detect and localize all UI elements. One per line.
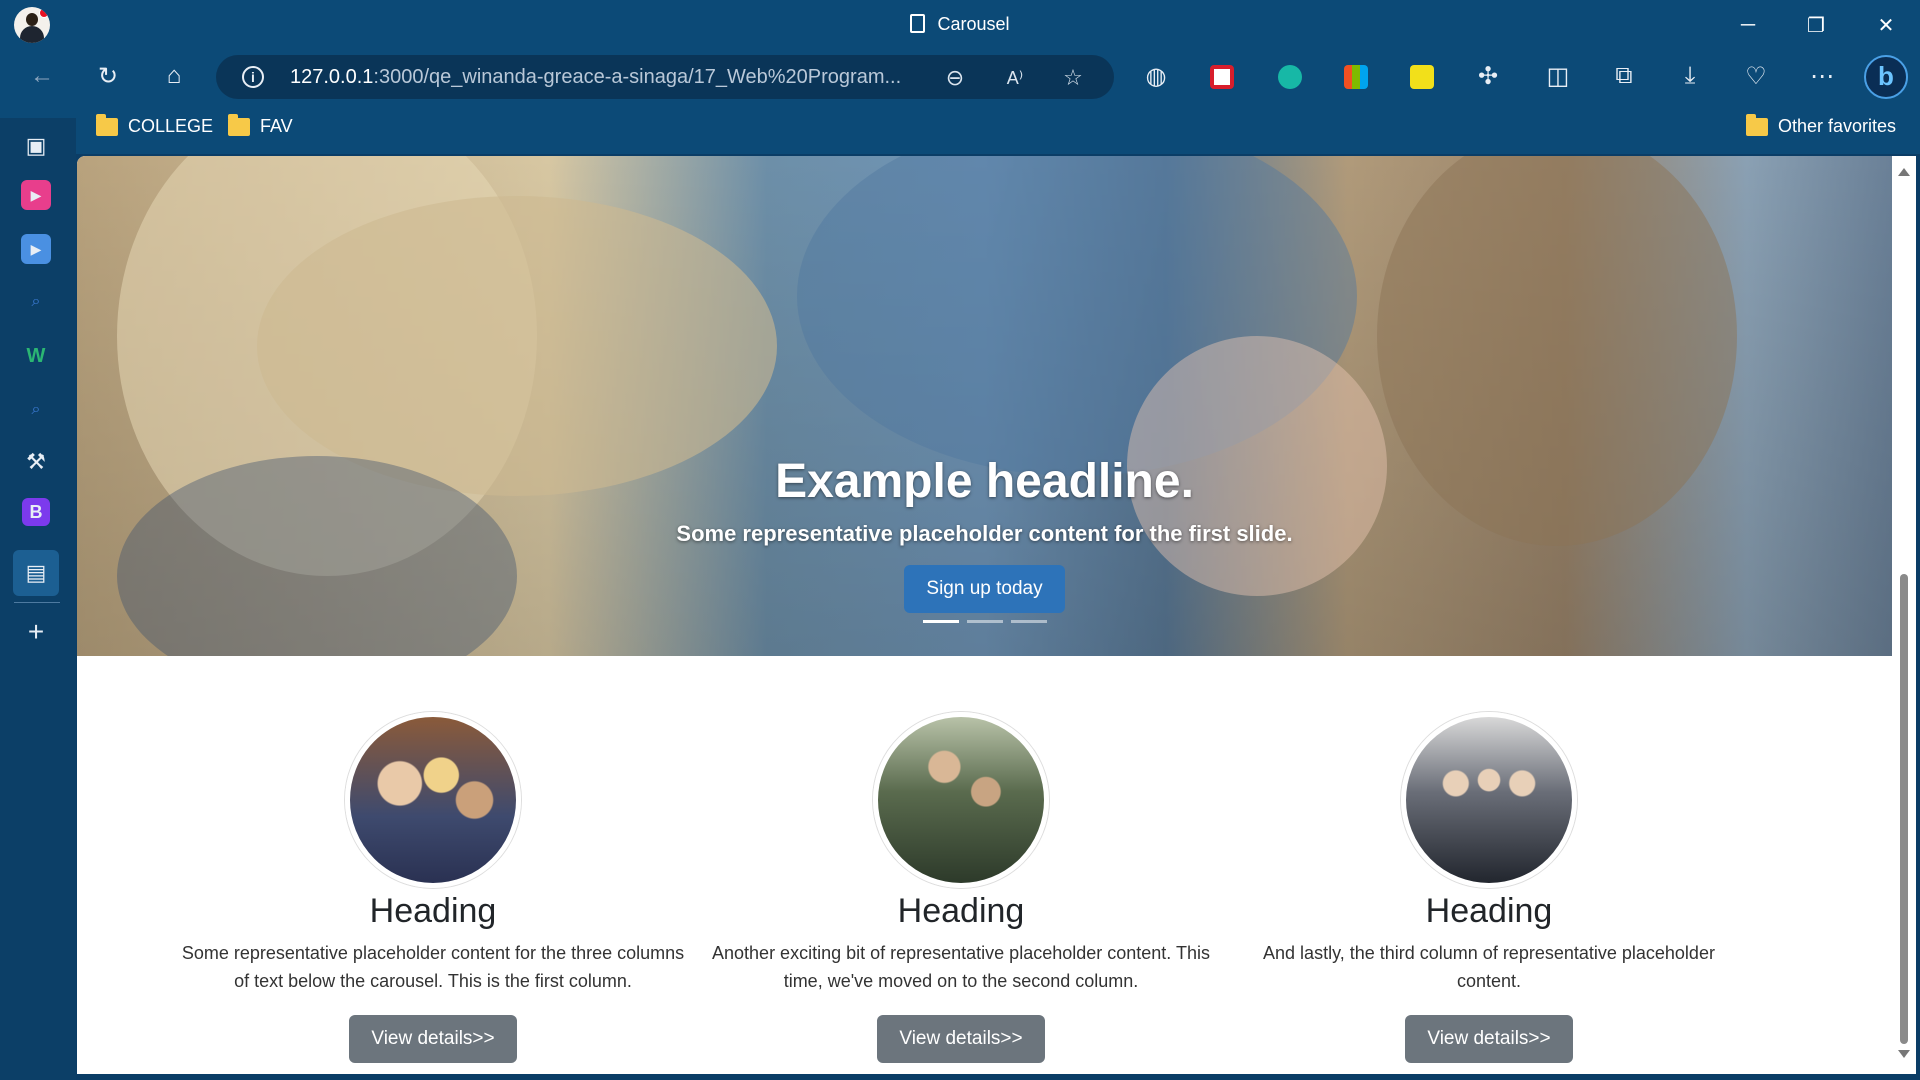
url-text[interactable]: 127.0.0.1:3000/qe_winanda-greace-a-sinag… (290, 66, 901, 89)
download-icon[interactable]: ⤓ (1670, 56, 1710, 96)
view-details-button-2[interactable]: View details>> (877, 1015, 1045, 1063)
split-screen-icon[interactable]: ◫ (1538, 56, 1578, 96)
carousel-indicators (923, 620, 1047, 623)
more-menu-icon[interactable]: ⋯ (1802, 56, 1842, 96)
scrollbar-thumb[interactable] (1900, 574, 1908, 1044)
column-2-image (873, 712, 1049, 888)
column-1-text: Some representative placeholder content … (181, 943, 685, 991)
folder-icon (228, 113, 250, 136)
view-details-button-1[interactable]: View details>> (349, 1015, 517, 1063)
view-details-button-3[interactable]: View details>> (1405, 1015, 1573, 1063)
title-bar: Carousel ─ ❐ ✕ (0, 0, 1920, 50)
close-button[interactable]: ✕ (1852, 0, 1920, 50)
tools-icon[interactable]: ⚒ (18, 444, 54, 480)
home-icon[interactable]: ⌂ (154, 56, 194, 96)
column-2-text: Another exciting bit of representative p… (712, 943, 1210, 991)
bookmark-other-favorites[interactable]: Other favorites (1746, 113, 1896, 137)
web-page: Example headline. Some representative pl… (77, 156, 1892, 1074)
marketing-column-1: Heading Some representative placeholder … (173, 712, 693, 1063)
marketing-column-3: Heading And lastly, the third column of … (1229, 712, 1749, 1063)
document-icon (910, 14, 926, 33)
bookmark-fav[interactable]: FAV (228, 113, 293, 137)
marketing-column-2: Heading Another exciting bit of represen… (701, 712, 1221, 1063)
browser-toolbar: ← ↻ ⌂ i 127.0.0.1:3000/qe_winanda-greace… (0, 50, 1920, 102)
pocket-extension-icon[interactable] (1210, 65, 1234, 89)
sign-up-button[interactable]: Sign up today (904, 565, 1065, 613)
carousel-indicator-3[interactable] (1011, 620, 1047, 623)
carousel-indicator-1[interactable] (923, 620, 959, 623)
document-icon[interactable]: ▤ (13, 550, 59, 596)
folder-icon (96, 113, 118, 136)
column-3-text: And lastly, the third column of represen… (1263, 943, 1715, 991)
read-aloud-icon[interactable]: A⁾ (998, 61, 1032, 95)
scroll-up-arrow-icon[interactable] (1898, 168, 1910, 176)
add-icon[interactable]: + (18, 614, 54, 650)
bookmarks-bar: COLLEGE FAV Other favorites (0, 102, 1920, 154)
collections-icon[interactable]: ⧉ (1604, 56, 1644, 96)
column-3-image (1401, 712, 1577, 888)
bookmark-college[interactable]: COLLEGE (96, 113, 213, 137)
browser-sidebar: ▣ ▶ ▶ ⌕ W ⌕ ⚒ B ▤ + (0, 118, 76, 1080)
hero-headline: Example headline. (775, 455, 1194, 508)
window-title: Carousel (0, 14, 1920, 35)
search-icon[interactable]: ⌕ (18, 392, 54, 428)
m-extension-icon[interactable] (1278, 65, 1302, 89)
column-2-heading: Heading (897, 892, 1025, 930)
w-icon[interactable]: W (18, 338, 54, 374)
favorite-star-icon[interactable]: ☆ (1056, 61, 1090, 95)
video-icon[interactable]: ▶ (21, 180, 51, 210)
folder-icon (1746, 113, 1768, 136)
carousel-slide: Example headline. Some representative pl… (77, 156, 1892, 656)
carousel-indicator-2[interactable] (967, 620, 1003, 623)
tabs-icon[interactable]: ▣ (18, 128, 54, 164)
restore-button[interactable]: ❐ (1782, 0, 1850, 50)
globe-icon[interactable]: ◍ (1136, 56, 1176, 96)
yellow-extension-icon[interactable] (1410, 65, 1434, 89)
extensions-puzzle-icon[interactable]: ✣ (1468, 56, 1508, 96)
column-1-heading: Heading (369, 892, 497, 930)
back-icon[interactable]: ← (22, 56, 62, 96)
column-1-image (345, 712, 521, 888)
search-icon[interactable]: ⌕ (18, 284, 54, 320)
scroll-down-arrow-icon[interactable] (1898, 1050, 1910, 1058)
hero-subtext: Some representative placeholder content … (676, 521, 1293, 546)
play-icon[interactable]: ▶ (21, 234, 51, 264)
page-scrollbar[interactable] (1892, 156, 1916, 1074)
office-extension-icon[interactable] (1344, 65, 1368, 89)
column-3-heading: Heading (1425, 892, 1553, 930)
b-icon[interactable]: B (22, 498, 50, 526)
minimize-button[interactable]: ─ (1714, 0, 1782, 50)
browser-essentials-icon[interactable]: ♡ (1736, 56, 1776, 96)
refresh-icon[interactable]: ↻ (88, 56, 128, 96)
address-bar[interactable]: i 127.0.0.1:3000/qe_winanda-greace-a-sin… (216, 55, 1114, 99)
carousel-caption: Example headline. Some representative pl… (77, 454, 1892, 613)
copilot-icon[interactable]: b (1864, 55, 1908, 99)
sidebar-divider (14, 602, 60, 603)
site-info-icon[interactable]: i (242, 66, 264, 88)
zoom-out-icon[interactable]: ⊖ (938, 61, 972, 95)
